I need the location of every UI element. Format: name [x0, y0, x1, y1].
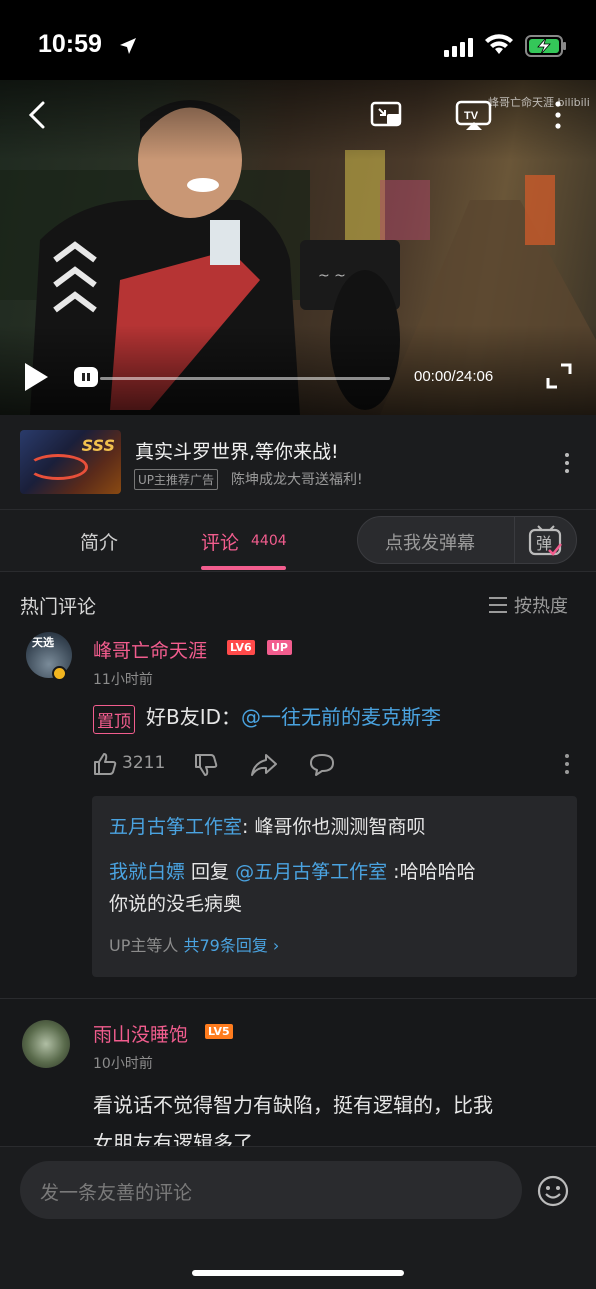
comment-divider: [0, 998, 596, 999]
back-icon[interactable]: [26, 100, 48, 130]
reply-icon[interactable]: [308, 752, 336, 778]
cellular-signal-icon: [444, 38, 473, 57]
view-all-replies[interactable]: UP主等人 共79条回复 ›: [109, 932, 279, 956]
danmu-placeholder[interactable]: 点我发弹幕: [385, 529, 475, 555]
reply-item[interactable]: 五月古筝工作室: 峰哥你也测测智商呗: [109, 812, 425, 842]
reply-username[interactable]: 我就白嫖: [109, 861, 185, 883]
hot-comments-title: 热门评论: [20, 596, 97, 618]
danmu-toggle-icon[interactable]: 弹: [527, 522, 565, 560]
avatar[interactable]: [22, 1020, 70, 1068]
comment-username[interactable]: 峰哥亡命天涯: [93, 636, 207, 663]
picture-in-picture-icon[interactable]: [370, 100, 404, 130]
reply-item[interactable]: 我就白嫖 回复 @五月古筝工作室 :哈哈哈哈: [109, 857, 476, 887]
video-player[interactable]: ~ ~ TV 峰哥亡命天涯 bilibili 00:00/24:06: [0, 80, 596, 415]
comment-text-body: 好B友ID：: [146, 705, 242, 729]
up-badge: UP: [267, 640, 292, 655]
reply-text-2: :哈哈哈哈: [387, 861, 476, 883]
ad-tag: UP主推荐广告: [134, 469, 219, 490]
tab-comments[interactable]: 评论: [201, 528, 239, 555]
reply-mention[interactable]: @五月古筝工作室: [235, 861, 387, 883]
reply-text-line2: 你说的没毛病奥: [109, 893, 243, 915]
comment-time: 11小时前: [93, 672, 153, 688]
play-icon[interactable]: [22, 361, 50, 393]
dislike-icon[interactable]: [193, 752, 219, 778]
ad-thumbnail-badge: SSS: [81, 436, 115, 455]
video-time: 00:00/24:06: [414, 368, 494, 385]
home-indicator[interactable]: [192, 1270, 404, 1276]
comment-more-icon[interactable]: [562, 753, 572, 775]
comment-username[interactable]: 雨山没睡饱: [93, 1020, 188, 1047]
ad-thumbnail-art: [28, 454, 88, 480]
reply-username[interactable]: 五月古筝工作室: [109, 816, 242, 838]
comment-time: 10小时前: [93, 1056, 153, 1072]
battery-charging-icon: [525, 35, 566, 57]
avatar-text: 天选: [32, 636, 54, 649]
like-icon[interactable]: [92, 751, 118, 777]
active-tab-indicator: [201, 566, 286, 570]
wifi-icon: [485, 34, 513, 54]
level-badge: LV5: [205, 1024, 233, 1039]
comment-mention[interactable]: @一往无前的麦克斯李: [241, 705, 441, 729]
tab-comments-count: 4404: [251, 533, 287, 549]
video-top-gradient: [0, 80, 596, 160]
ad-thumbnail[interactable]: SSS: [20, 430, 121, 494]
progress-bar[interactable]: [100, 377, 390, 380]
pinned-badge: 置顶: [93, 705, 135, 734]
sort-by-hot[interactable]: 按热度: [514, 592, 568, 618]
emoji-icon[interactable]: [536, 1174, 570, 1208]
replies-prefix: UP主等人: [109, 936, 184, 955]
level-badge: LV6: [227, 640, 255, 655]
fullscreen-icon[interactable]: [546, 363, 572, 389]
ad-more-icon[interactable]: [560, 452, 574, 474]
reply-text: 回复: [185, 861, 236, 883]
verified-badge-icon: [52, 666, 67, 681]
share-icon[interactable]: [250, 752, 278, 778]
comment-text: 看说话不觉得智力有缺陷，挺有逻辑的，比我: [93, 1093, 493, 1117]
status-bar: 10:59: [0, 0, 596, 80]
tab-intro[interactable]: 简介: [80, 528, 118, 555]
tv-label: TV: [464, 110, 479, 122]
danmu-divider: [514, 517, 515, 563]
status-time: 10:59: [38, 30, 102, 58]
ad-title[interactable]: 真实斗罗世界,等你来战!: [135, 437, 339, 464]
location-arrow-icon: [120, 38, 136, 54]
comment-input-placeholder[interactable]: 发一条友善的评论: [40, 1178, 192, 1205]
ad-subtitle: 陈坤成龙大哥送福利!: [231, 472, 363, 488]
svg-text:~ ~: ~ ~: [318, 268, 346, 284]
comment-text-line2: 女朋友有逻辑多了: [93, 1131, 253, 1146]
replies-count-link[interactable]: 共79条回复 ›: [183, 936, 279, 955]
reply-text: : 峰哥你也测测智商呗: [242, 816, 426, 838]
comment-text: 好B友ID：@一往无前的麦克斯李: [146, 701, 441, 733]
progress-thumb[interactable]: [74, 367, 98, 387]
sort-list-icon[interactable]: [488, 596, 508, 614]
like-count: 3211: [122, 753, 166, 773]
more-options-icon[interactable]: [553, 100, 563, 130]
video-watermark: 峰哥亡命天涯 bilibili: [488, 96, 590, 109]
